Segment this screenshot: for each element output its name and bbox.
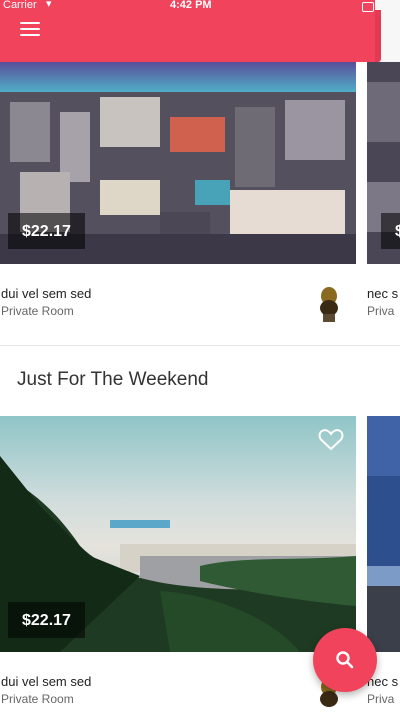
listing-subtitle: Private Room <box>1 304 74 318</box>
battery-icon <box>362 2 374 12</box>
search-button[interactable] <box>313 628 377 692</box>
listing-title[interactable]: nec s <box>367 286 398 301</box>
listing-image[interactable]: $22.17 <box>0 416 356 652</box>
listing-subtitle: Priva <box>367 304 395 318</box>
hamburger-icon[interactable] <box>20 22 40 38</box>
price-tag: $22.17 <box>8 213 85 249</box>
listing-photo <box>367 416 400 652</box>
section-title: Just For The Weekend <box>17 369 209 390</box>
listing-image[interactable]: $ <box>367 62 400 264</box>
status-bar: Carrier ▾ 4:42 PM <box>0 0 375 14</box>
section-divider <box>0 345 400 346</box>
app-bar-edge <box>375 0 400 62</box>
listing-title[interactable]: dui vel sem sed <box>1 674 91 689</box>
wifi-icon: ▾ <box>46 0 52 10</box>
app-bar: Carrier ▾ 4:42 PM <box>0 0 375 62</box>
listing-subtitle: Priva <box>367 692 395 706</box>
status-time: 4:42 PM <box>170 0 212 11</box>
host-avatar[interactable] <box>317 286 341 322</box>
listing-image[interactable] <box>367 416 400 652</box>
listing-title[interactable]: dui vel sem sed <box>1 286 91 301</box>
search-icon <box>336 651 354 669</box>
price-tag: $ <box>381 213 400 249</box>
listing-image[interactable]: $22.17 <box>0 62 356 264</box>
heart-icon[interactable] <box>318 428 344 452</box>
listing-subtitle: Private Room <box>1 692 74 706</box>
price-tag: $22.17 <box>8 602 85 638</box>
carrier-label: Carrier <box>3 0 37 11</box>
